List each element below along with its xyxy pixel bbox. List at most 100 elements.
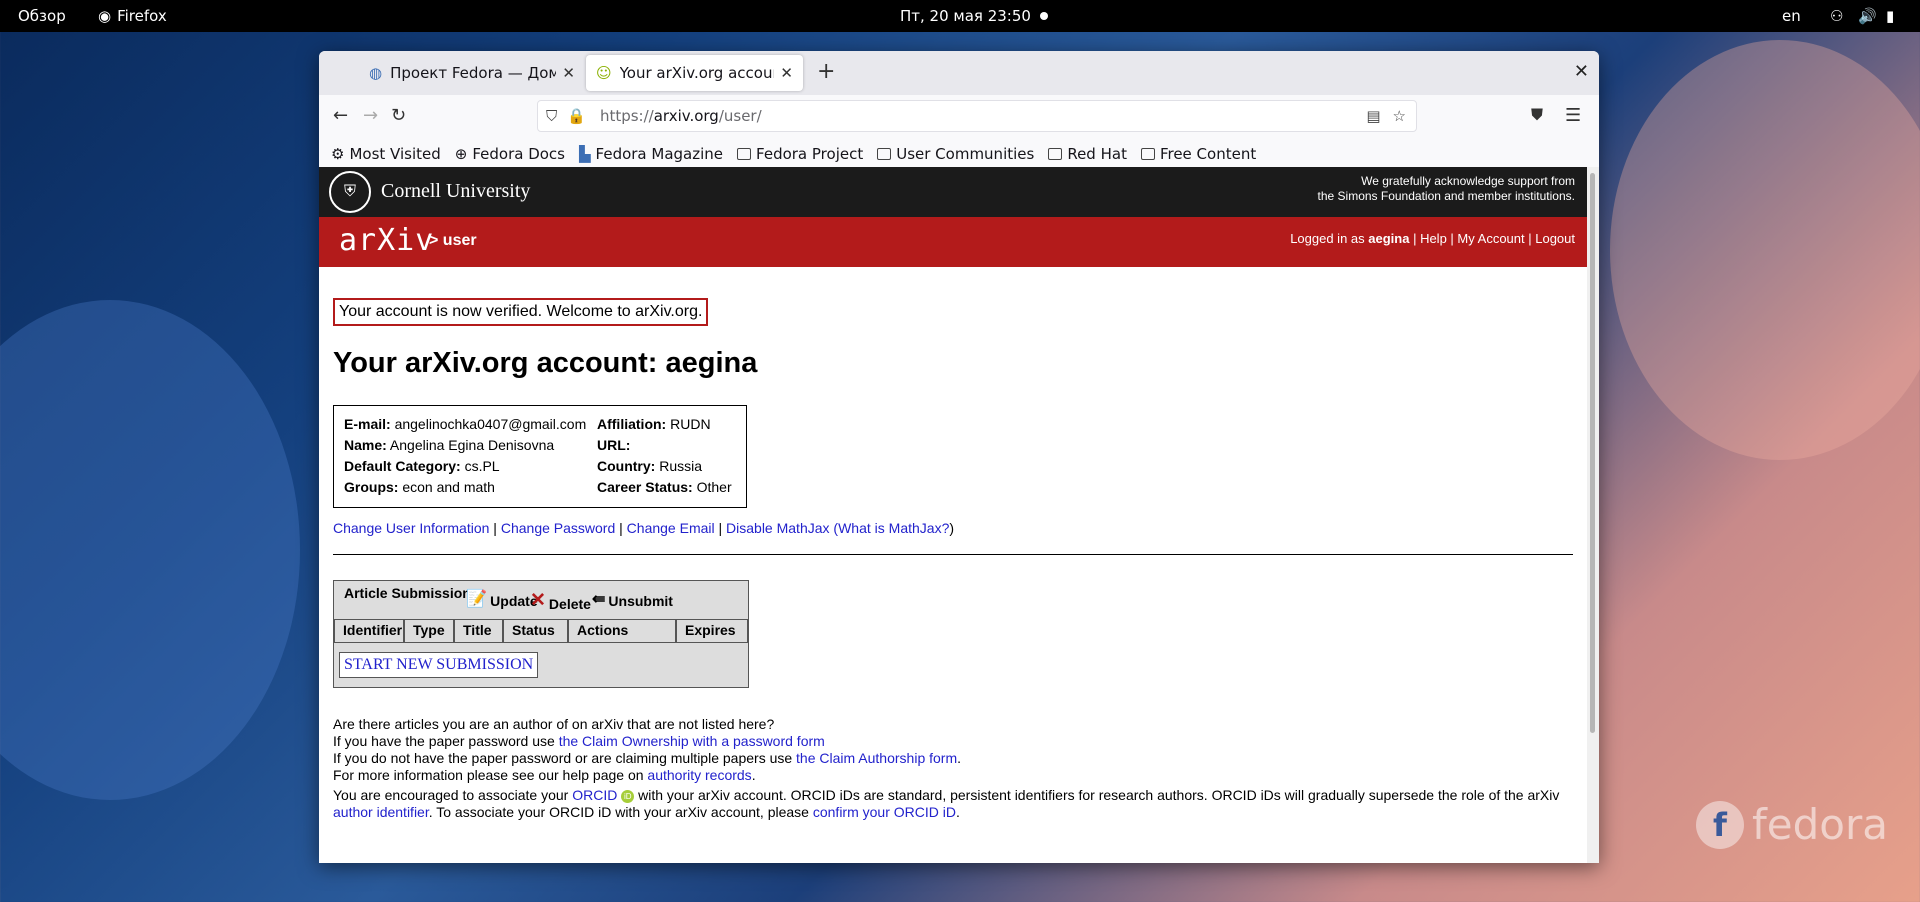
fedora-watermark: f fedora — [1696, 800, 1888, 849]
country-value: Russia — [659, 458, 703, 474]
input-language[interactable]: en — [1782, 7, 1801, 25]
page-scrollbar[interactable] — [1587, 167, 1599, 863]
arxiv-header: arXiv > user Logged in as aegina | Help … — [319, 217, 1587, 267]
bookmark-fedora-magazine[interactable]: ▙ Fedora Magazine — [579, 145, 723, 163]
bookmark-red-hat[interactable]: Red Hat — [1048, 145, 1127, 163]
change-password-link[interactable]: Change Password — [501, 520, 615, 536]
table-header-row: Identifier Type Title Status Actions Exp… — [334, 619, 748, 643]
app-menu[interactable]: ◉ Firefox — [98, 7, 167, 25]
arxiv-favicon-icon: ☺ — [596, 64, 612, 82]
username: aegina — [1368, 231, 1410, 246]
wallpaper-swirl — [0, 300, 300, 800]
folder-icon — [877, 147, 892, 160]
nav-bar: ← → ↻ ⛉ 🔒 https://arxiv.org/user/ ▤ ☆ ⛊ … — [319, 95, 1599, 137]
new-tab-button[interactable]: + — [817, 59, 835, 84]
activities-button[interactable]: Обзор — [18, 7, 66, 25]
login-status: Logged in as aegina | Help | My Account … — [1290, 231, 1575, 246]
web-page: ⛨ Cornell University We gratefully ackno… — [319, 167, 1587, 863]
col-actions: Actions — [568, 619, 676, 643]
affiliation-value: RUDN — [670, 416, 711, 432]
edit-icon: 📝 — [466, 589, 488, 608]
folder-icon — [737, 147, 752, 160]
arxiv-logo[interactable]: arXiv — [339, 223, 434, 258]
tab-title: Проект Fedora — Домашняя — [390, 64, 557, 82]
help-link[interactable]: Help — [1420, 231, 1447, 246]
folder-icon — [1140, 147, 1155, 160]
submissions-title: Article Submissions — [344, 585, 479, 601]
bookmark-free-content[interactable]: Free Content — [1140, 145, 1256, 163]
tab-fedora[interactable]: ◍ Проект Fedora — Домашняя ✕ — [359, 55, 585, 91]
firefox-icon: ◉ — [98, 7, 112, 25]
name-value: Angelina Egina Denisovna — [389, 437, 555, 453]
col-expires: Expires — [676, 619, 748, 643]
gear-icon: ⚙ — [331, 144, 345, 163]
claim-ownership-link[interactable]: the Claim Ownership with a password form — [559, 733, 825, 749]
clock[interactable]: Пт, 20 мая 23:50 — [900, 7, 1031, 25]
submissions-table: Article Submissions 📝 Update ✕ Delete ⇚ … — [333, 580, 749, 688]
address-bar[interactable]: ⛉ 🔒 https://arxiv.org/user/ ▤ ☆ — [537, 100, 1417, 132]
reader-view-icon[interactable]: ▤ — [1366, 107, 1380, 125]
support-ack: We gratefully acknowledge support from t… — [1317, 174, 1575, 203]
pocket-icon[interactable]: ⛊ — [1531, 105, 1543, 125]
orcid-link[interactable]: ORCID — [572, 787, 617, 803]
account-links: Change User Information | Change Passwor… — [333, 520, 955, 536]
menu-icon[interactable]: ☰ — [1565, 105, 1581, 126]
delete-action[interactable]: ✕ Delete — [530, 589, 591, 612]
volume-icon: 🔊 — [1858, 7, 1877, 25]
url-text: https://arxiv.org/user/ — [599, 107, 762, 125]
change-email-link[interactable]: Change Email — [627, 520, 715, 536]
authority-records-link[interactable]: authority records — [647, 767, 751, 783]
system-tray[interactable]: ⚇ 🔊 ▮ — [1830, 7, 1900, 25]
notification-dot — [1040, 12, 1048, 20]
reload-icon[interactable]: ↻ — [391, 105, 406, 126]
change-user-info-link[interactable]: Change User Information — [333, 520, 489, 536]
bookmark-most-visited[interactable]: ⚙ Most Visited — [331, 145, 441, 163]
groups-value: econ and math — [402, 479, 495, 495]
bookmarks-toolbar: ⚙ Most Visited ⊕ Fedora Docs ▙ Fedora Magaz… — [319, 137, 1599, 171]
disable-mathjax-link[interactable]: Disable MathJax — [726, 520, 830, 536]
tab-arxiv-account[interactable]: ☺ Your arXiv.org account ✕ — [586, 55, 803, 91]
bookmark-star-icon[interactable]: ☆ — [1393, 107, 1406, 125]
account-info-box: E-mail: angelinochka0407@gmail.com Name:… — [333, 405, 747, 508]
battery-icon: ▮ — [1886, 7, 1895, 25]
browser-window: ◍ Проект Fedora — Домашняя ✕ ☺ Your arXi… — [319, 51, 1599, 863]
col-type: Type — [404, 619, 454, 643]
start-new-submission-button[interactable]: START NEW SUBMISSION — [339, 652, 539, 678]
bookmark-fedora-docs[interactable]: ⊕ Fedora Docs — [455, 145, 565, 163]
globe-icon: ⊕ — [454, 144, 468, 163]
shield-icon[interactable]: ⛉ — [546, 107, 557, 125]
forward-arrow-icon[interactable]: → — [363, 105, 378, 126]
career-value: Other — [696, 479, 732, 495]
delete-x-icon: ✕ — [530, 590, 546, 611]
bookmark-user-communities[interactable]: User Communities — [877, 145, 1034, 163]
claim-authorship-link[interactable]: the Claim Authorship form — [796, 750, 957, 766]
network-icon: ⚇ — [1830, 7, 1844, 25]
back-arrow-icon[interactable]: ← — [333, 105, 348, 126]
magazine-icon: ▙ — [578, 144, 591, 163]
author-identifier-link[interactable]: author identifier — [333, 804, 429, 820]
system-top-bar: Обзор ◉ Firefox Пт, 20 мая 23:50 en ⚇ 🔊 … — [0, 0, 1920, 32]
fedora-favicon-icon: ◍ — [369, 64, 383, 82]
scrollbar-thumb[interactable] — [1590, 173, 1595, 733]
orcid-paragraph: You are encouraged to associate your ORC… — [333, 787, 1560, 820]
close-tab-icon[interactable]: ✕ — [780, 64, 793, 82]
bookmark-fedora-project[interactable]: Fedora Project — [737, 145, 863, 163]
page-title: Your arXiv.org account: aegina — [333, 347, 758, 379]
lock-icon[interactable]: 🔒 — [567, 107, 586, 125]
my-account-link[interactable]: My Account — [1457, 231, 1524, 246]
folder-icon — [1048, 147, 1063, 160]
unsubmit-action[interactable]: ⇚ Unsubmit — [592, 589, 673, 609]
cornell-seal-icon[interactable]: ⛨ — [329, 171, 371, 213]
wallpaper-swirl — [1610, 40, 1920, 460]
claim-articles-text: Are there articles you are an author of … — [333, 716, 962, 783]
close-window-icon[interactable]: ✕ — [1574, 61, 1589, 82]
col-status: Status — [503, 619, 568, 643]
fedora-logo-icon: f — [1696, 800, 1744, 849]
cornell-name[interactable]: Cornell University — [381, 180, 530, 203]
what-is-mathjax-link[interactable]: What is MathJax? — [838, 520, 949, 536]
confirm-orcid-link[interactable]: confirm your ORCID iD — [813, 804, 956, 820]
logout-link[interactable]: Logout — [1535, 231, 1575, 246]
close-tab-icon[interactable]: ✕ — [562, 64, 575, 82]
update-action[interactable]: 📝 Update — [466, 589, 538, 609]
divider — [333, 554, 1573, 555]
